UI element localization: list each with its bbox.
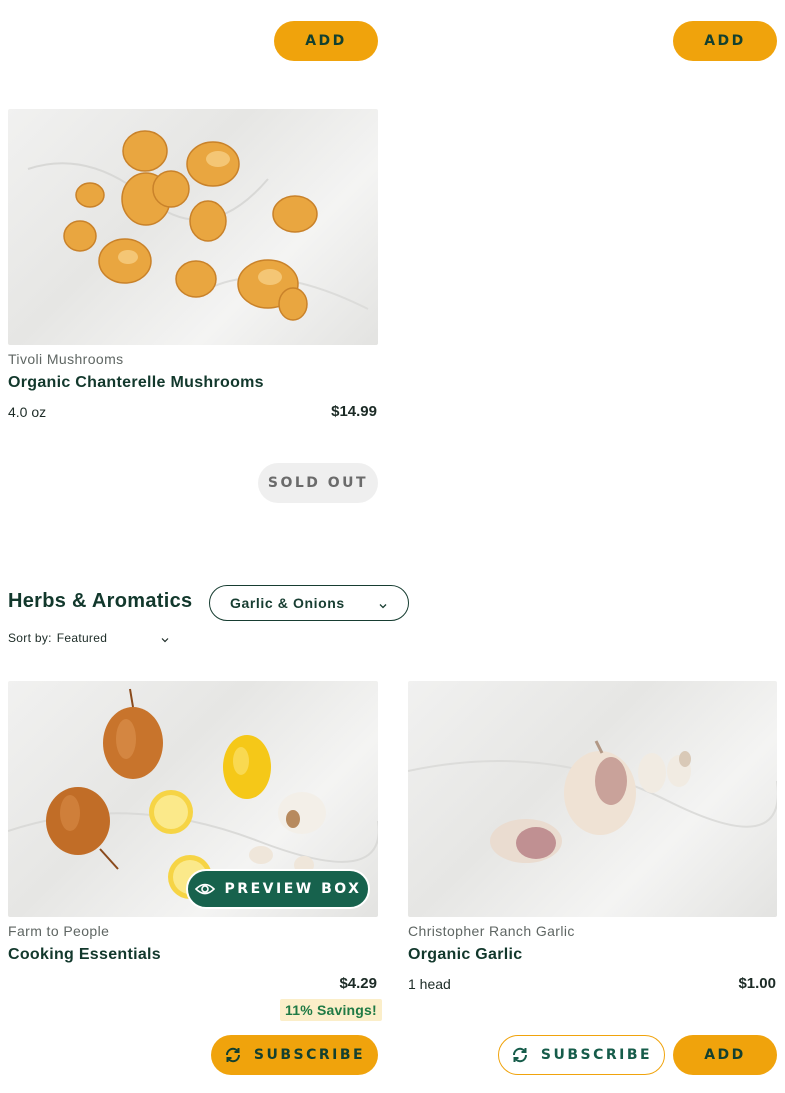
product-price: $4.29 (339, 975, 377, 992)
section-title: Herbs & Aromatics (8, 590, 193, 612)
chanterelle-photo (27, 130, 369, 321)
product-unit: 1 head (408, 976, 451, 992)
product-brand: Tivoli Mushrooms (8, 351, 124, 367)
product-brand: Christopher Ranch Garlic (408, 923, 575, 939)
add-button[interactable]: ADD (673, 21, 777, 61)
subscribe-button[interactable]: SUBSCRIBE (211, 1035, 378, 1075)
category-dropdown[interactable]: Garlic & Onions (209, 585, 409, 621)
product-price: $1.00 (738, 975, 776, 992)
chevron-down-icon (378, 598, 388, 614)
product-brand: Farm to People (8, 923, 110, 939)
refresh-icon (224, 1046, 242, 1064)
savings-badge: 11% Savings! (280, 999, 382, 1021)
category-dropdown-value: Garlic & Onions (230, 595, 345, 611)
product-image-chanterelle[interactable] (8, 109, 378, 345)
sold-out-button: SOLD OUT (258, 463, 378, 503)
chevron-down-icon (160, 634, 170, 648)
sort-value: Featured (56, 631, 108, 645)
product-name[interactable]: Organic Garlic (408, 946, 522, 964)
product-price: $14.99 (331, 403, 377, 420)
product-name[interactable]: Organic Chanterelle Mushrooms (8, 374, 264, 392)
subscribe-button[interactable]: SUBSCRIBE (498, 1035, 665, 1075)
add-button[interactable]: ADD (673, 1035, 777, 1075)
subscribe-label: SUBSCRIBE (253, 1047, 366, 1063)
eye-icon (194, 882, 215, 896)
product-unit: 4.0 oz (8, 404, 47, 420)
sort-dropdown[interactable]: Sort by: Featured (8, 631, 169, 645)
sort-label: Sort by: (8, 631, 52, 645)
product-image-garlic[interactable] (408, 681, 777, 917)
product-name[interactable]: Cooking Essentials (8, 946, 161, 964)
preview-box-button[interactable]: PREVIEW BOX (186, 869, 370, 909)
add-button[interactable]: ADD (274, 21, 378, 61)
preview-box-label: PREVIEW BOX (224, 881, 362, 897)
subscribe-label: SUBSCRIBE (540, 1047, 653, 1063)
refresh-icon (511, 1046, 529, 1064)
garlic-photo (408, 740, 777, 863)
